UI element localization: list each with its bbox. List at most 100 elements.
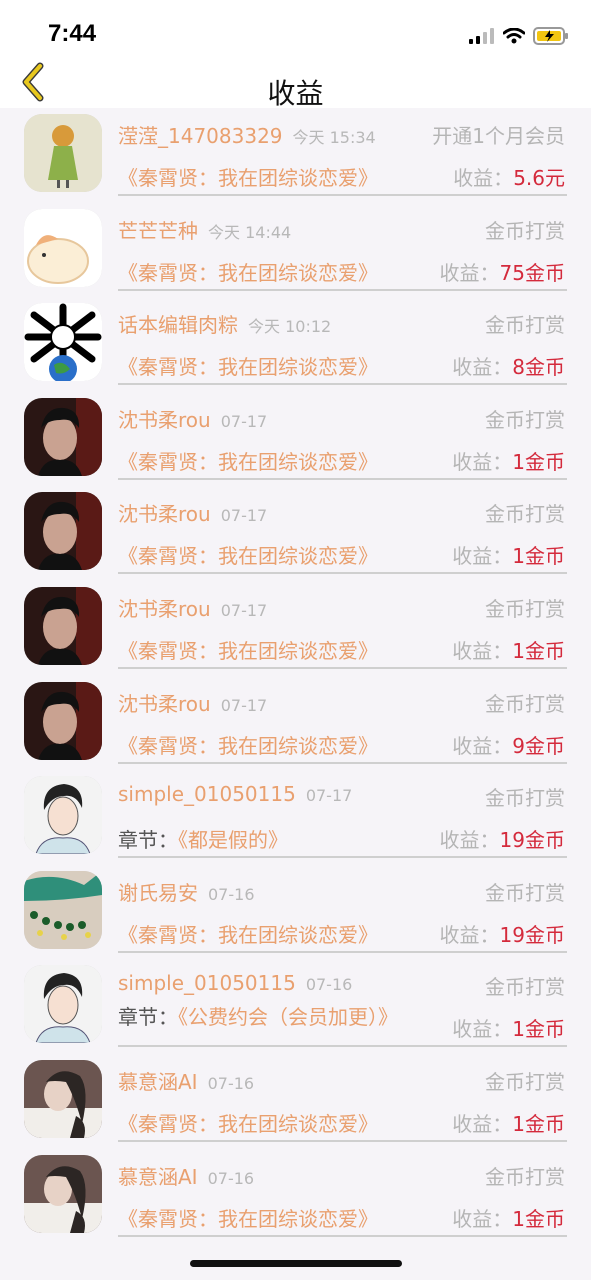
- avatar[interactable]: [24, 776, 102, 855]
- reward-type: 金币打赏: [485, 218, 565, 243]
- income-value: 9金币: [512, 733, 565, 758]
- divider: [118, 666, 567, 669]
- avatar[interactable]: [24, 492, 102, 571]
- avatar[interactable]: [24, 208, 102, 287]
- avatar[interactable]: [24, 1059, 102, 1138]
- avatar[interactable]: [24, 303, 102, 382]
- list-item[interactable]: 滢滢_147083329 今天 15:34 开通1个月会员 《秦霄贤：我在团综谈恋…: [0, 108, 591, 203]
- income: 收益：1金币: [452, 1108, 565, 1137]
- avatar[interactable]: [24, 114, 102, 192]
- list-item[interactable]: 慕意涵AI 07-16 金币打赏 《秦霄贤：我在团综谈恋爱》 收益：1金币: [0, 1054, 591, 1149]
- book-link[interactable]: 《秦霄贤：我在团综谈恋爱》: [118, 544, 378, 568]
- nav-bar: 收益: [0, 56, 591, 110]
- avatar[interactable]: [24, 397, 102, 476]
- income: 收益：5.6元: [453, 162, 565, 191]
- list-item[interactable]: 沈书柔rou 07-17 金币打赏 《秦霄贤：我在团综谈恋爱》 收益：1金币: [0, 392, 591, 487]
- reward-type: 金币打赏: [485, 407, 565, 432]
- income-label: 收益：: [453, 166, 514, 190]
- income-value: 8金币: [512, 355, 565, 380]
- user-name: 慕意涵AI 07-16: [118, 1069, 255, 1094]
- income-value: 5.6元: [513, 166, 565, 190]
- income-label: 收益：: [439, 828, 500, 853]
- income: 收益：1金币: [452, 540, 565, 569]
- income: 收益：9金币: [452, 730, 565, 759]
- entry-time: 07-17: [305, 786, 353, 806]
- avatar[interactable]: [24, 586, 102, 665]
- income-value: 1金币: [512, 1206, 565, 1231]
- entry-time: 今天 15:34: [292, 128, 376, 147]
- income: 收益：1金币: [452, 446, 565, 475]
- user-name: 沈书柔rou 07-17: [118, 407, 268, 432]
- battery-icon: [533, 27, 568, 45]
- avatar[interactable]: [24, 870, 102, 949]
- book-link[interactable]: 《公费约会（会员加更）》: [178, 1005, 398, 1029]
- book-link[interactable]: 《秦霄贤：我在团综谈恋爱》: [118, 1207, 378, 1231]
- user-name: 沈书柔rou 07-17: [118, 596, 268, 621]
- divider: [118, 477, 567, 480]
- income-value: 1金币: [512, 638, 565, 663]
- income-label: 收益：: [452, 449, 513, 474]
- entry-time: 07-17: [220, 411, 268, 431]
- status-bar: 7:44: [0, 0, 591, 56]
- reward-type: 金币打赏: [485, 313, 565, 338]
- entry-time: 07-16: [305, 975, 353, 995]
- status-icons: [469, 24, 569, 48]
- status-time: 7:44: [48, 20, 97, 47]
- income: 收益：8金币: [452, 351, 565, 380]
- divider: [118, 194, 567, 196]
- entry-time: 今天 14:44: [208, 222, 292, 242]
- user-name: 谢氏易安 07-16: [118, 880, 255, 905]
- user-name: simple_01050115 07-17: [118, 782, 353, 807]
- book-link[interactable]: 《秦霄贤：我在团综谈恋爱》: [118, 450, 378, 474]
- list-item[interactable]: 话本编辑肉粽 今天 10:12 金币打赏 《秦霄贤：我在团综谈恋爱》 收益：8金币: [0, 297, 591, 392]
- user-name: 芒芒芒种 今天 14:44: [118, 218, 292, 243]
- divider: [118, 288, 567, 291]
- reward-type: 金币打赏: [485, 880, 565, 905]
- avatar[interactable]: [24, 1154, 102, 1233]
- divider: [118, 950, 567, 953]
- book-link[interactable]: 《都是假的》: [178, 828, 288, 852]
- income: 收益：19金币: [440, 919, 565, 948]
- list-item[interactable]: 沈书柔rou 07-17 金币打赏 《秦霄贤：我在团综谈恋爱》 收益：1金币: [0, 486, 591, 581]
- signal-icon: [469, 28, 494, 44]
- entry-time: 07-16: [207, 1073, 255, 1093]
- reward-type: 金币打赏: [485, 691, 565, 716]
- user-name: simple_01050115 07-16: [118, 971, 353, 996]
- income-label: 收益：: [452, 355, 513, 380]
- user-name: 沈书柔rou 07-17: [118, 502, 268, 527]
- home-indicator[interactable]: [190, 1260, 402, 1267]
- book-link[interactable]: 《秦霄贤：我在团综谈恋爱》: [118, 923, 378, 947]
- reward-type: 金币打赏: [485, 502, 565, 527]
- income-value: 75金币: [499, 260, 565, 285]
- book-title: 《秦霄贤：我在团综谈恋爱》: [118, 351, 378, 380]
- book-title: 《秦霄贤：我在团综谈恋爱》: [118, 730, 378, 759]
- entry-time: 07-17: [220, 695, 268, 715]
- list-item[interactable]: simple_01050115 07-16 金币打赏 章节：《公费约会（会员加更）…: [0, 959, 591, 1054]
- reward-type: 金币打赏: [485, 786, 565, 811]
- chapter-prefix: 章节：: [118, 828, 178, 853]
- user-name: 话本编辑肉粽 今天 10:12: [118, 313, 332, 338]
- income-label: 收益：: [452, 544, 513, 569]
- list-item[interactable]: 慕意涵AI 07-16 金币打赏 《秦霄贤：我在团综谈恋爱》 收益：1金币: [0, 1149, 591, 1244]
- avatar[interactable]: [24, 965, 102, 1044]
- avatar[interactable]: [24, 681, 102, 760]
- list-item[interactable]: 芒芒芒种 今天 14:44 金币打赏 《秦霄贤：我在团综谈恋爱》 收益：75金币: [0, 203, 591, 298]
- list-item[interactable]: 沈书柔rou 07-17 金币打赏 《秦霄贤：我在团综谈恋爱》 收益：1金币: [0, 581, 591, 676]
- list-item[interactable]: simple_01050115 07-17 金币打赏 章节：《都是假的》 收益：1…: [0, 770, 591, 865]
- book-link[interactable]: 《秦霄贤：我在团综谈恋爱》: [118, 355, 378, 379]
- list-item[interactable]: 沈书柔rou 07-17 金币打赏 《秦霄贤：我在团综谈恋爱》 收益：9金币: [0, 676, 591, 771]
- book-link[interactable]: 《秦霄贤：我在团综谈恋爱》: [118, 166, 378, 190]
- income-label: 收益：: [452, 1111, 513, 1136]
- book-link[interactable]: 《秦霄贤：我在团综谈恋爱》: [118, 734, 378, 758]
- income: 收益：1金币: [452, 1203, 565, 1232]
- divider: [118, 856, 567, 859]
- income-value: 1金币: [512, 449, 565, 474]
- list-item[interactable]: 谢氏易安 07-16 金币打赏 《秦霄贤：我在团综谈恋爱》 收益：19金币: [0, 865, 591, 960]
- book-link[interactable]: 《秦霄贤：我在团综谈恋爱》: [118, 639, 378, 663]
- income-value: 1金币: [512, 1111, 565, 1136]
- reward-type: 金币打赏: [485, 1164, 565, 1189]
- book-link[interactable]: 《秦霄贤：我在团综谈恋爱》: [118, 1112, 378, 1136]
- book-link[interactable]: 《秦霄贤：我在团综谈恋爱》: [118, 261, 378, 285]
- book-title: 章节：《都是假的》: [118, 824, 288, 853]
- divider: [118, 761, 567, 764]
